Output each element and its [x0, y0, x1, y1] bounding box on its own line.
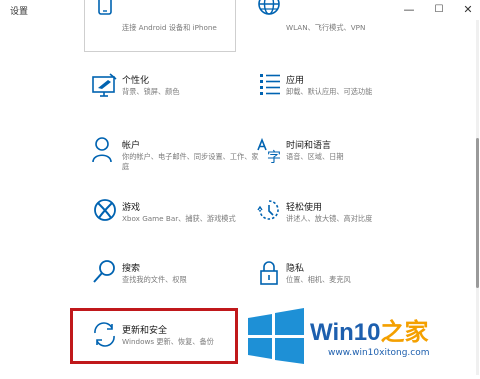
tile-gaming-desc: Xbox Game Bar、捕获、游戏模式 — [122, 214, 236, 223]
tile-ease-of-access-label: 轻松使用 — [286, 203, 323, 213]
watermark-url: www.win10xitong.com — [328, 348, 430, 358]
tile-time-language-desc: 语音、区域、日期 — [286, 152, 344, 161]
apps-list-icon — [254, 71, 284, 101]
tile-privacy-label: 隐私 — [286, 264, 305, 274]
tile-network-desc: WLAN、飞行模式、VPN — [286, 23, 366, 32]
tile-search[interactable]: 搜索 查找我的文件、权限 — [84, 259, 264, 309]
tile-privacy-desc: 位置、相机、麦克风 — [286, 275, 351, 284]
svg-text:字: 字 — [267, 150, 281, 166]
tile-time-language-label: 时间和语言 — [286, 141, 332, 151]
phone-icon — [90, 0, 120, 22]
time-language-icon: 字 — [254, 136, 284, 166]
tile-personalization-desc: 背景、锁屏、颜色 — [122, 87, 180, 96]
tile-ease-of-access-desc: 讲述人、放大镜、高对比度 — [286, 214, 373, 223]
tile-time-language[interactable]: 字 时间和语言 语音、区域、日期 — [248, 136, 428, 186]
window-title: 设置 — [10, 7, 29, 17]
tile-apps-label: 应用 — [286, 76, 305, 86]
tile-apps-desc: 卸载、默认应用、可选功能 — [286, 87, 373, 96]
highlight-outline — [70, 308, 238, 364]
tile-phone[interactable]: 连接 Android 设备和 iPhone — [84, 0, 264, 56]
watermark-brand-accent: 之家 — [380, 319, 429, 346]
watermark: Win10之家 www.win10xitong.com — [246, 306, 480, 368]
tile-gaming[interactable]: 游戏 Xbox Game Bar、捕获、游戏模式 — [84, 198, 264, 248]
person-icon — [90, 136, 120, 166]
tile-search-label: 搜索 — [122, 264, 141, 274]
tile-gaming-label: 游戏 — [122, 203, 141, 213]
tile-accounts[interactable]: 帐户 你的帐户、电子邮件、同步设置、工作、家庭 — [84, 136, 264, 186]
maximize-button[interactable]: ☐ — [424, 1, 454, 19]
close-button[interactable]: ✕ — [453, 1, 480, 19]
personalization-icon — [90, 71, 120, 101]
tile-ease-of-access[interactable]: 轻松使用 讲述人、放大镜、高对比度 — [248, 198, 428, 248]
xbox-icon — [90, 198, 120, 228]
windows-logo-icon — [246, 306, 306, 366]
tile-personalization-label: 个性化 — [122, 76, 150, 86]
search-icon — [90, 259, 120, 289]
tile-apps[interactable]: 应用 卸载、默认应用、可选功能 — [248, 71, 428, 121]
globe-icon — [254, 0, 284, 22]
tile-phone-desc: 连接 Android 设备和 iPhone — [122, 23, 217, 32]
watermark-brand: Win10之家 — [310, 312, 428, 347]
scrollbar-thumb[interactable] — [476, 138, 479, 288]
lock-icon — [254, 259, 284, 289]
tile-personalization[interactable]: 个性化 背景、锁屏、颜色 — [84, 71, 264, 121]
ease-of-access-icon — [254, 198, 284, 228]
tile-search-desc: 查找我的文件、权限 — [122, 275, 187, 284]
watermark-brand-main: Win10 — [310, 319, 381, 346]
tile-network[interactable]: WLAN、飞行模式、VPN — [248, 0, 428, 56]
tile-privacy[interactable]: 隐私 位置、相机、麦克风 — [248, 259, 428, 309]
tile-accounts-desc: 你的帐户、电子邮件、同步设置、工作、家庭 — [122, 152, 259, 171]
tile-accounts-label: 帐户 — [122, 141, 141, 151]
